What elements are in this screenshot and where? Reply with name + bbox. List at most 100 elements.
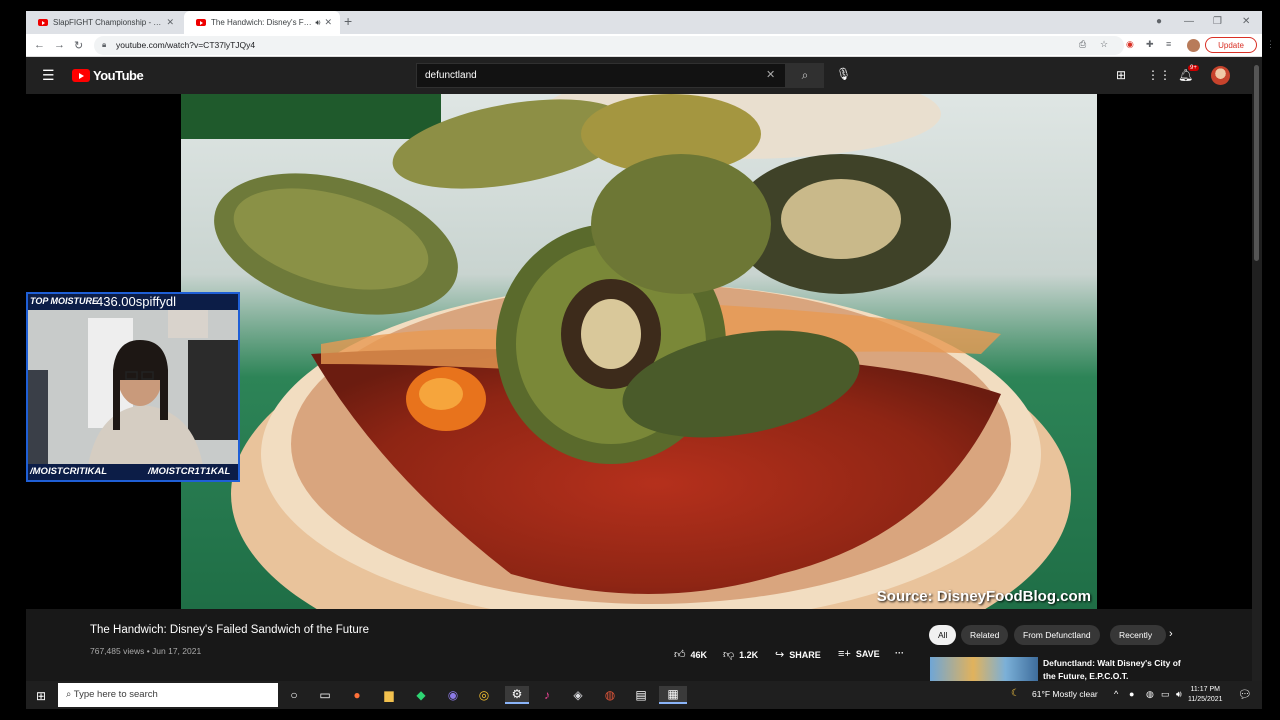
chevron-right-icon[interactable]: ›: [1169, 628, 1173, 640]
chip-related[interactable]: Related: [961, 625, 1009, 645]
volume-icon[interactable]: 🔊︎: [1176, 689, 1182, 700]
recommendation-title[interactable]: Defunctland: Walt Disney's City of the F…: [1043, 657, 1183, 683]
thumbs-up-icon: 👍︎: [674, 649, 686, 661]
tab-close-icon[interactable]: ✕: [166, 17, 174, 28]
chip-recently[interactable]: Recently: [1110, 625, 1166, 645]
video-frame-sandwich-image: [181, 94, 1097, 609]
recommendation-thumbnail[interactable]: [930, 657, 1038, 683]
clock-date: 11/25/2021: [1188, 696, 1223, 703]
video-info-area: The Handwich: Disney's Failed Sandwich o…: [26, 609, 1252, 684]
window-close-icon[interactable]: ✕: [1242, 16, 1250, 27]
weather-text[interactable]: 61°F Mostly clear: [1032, 689, 1098, 699]
overlay-bottom-bar: /MOISTCRITIKAL /MOISTCR1T1KAL: [28, 464, 238, 480]
streamer-webcam-overlay: TOP MOISTURE 436.00spiffydl /MOISTCRITIK…: [26, 292, 240, 482]
youtube-account-avatar[interactable]: [1211, 66, 1230, 85]
new-tab-button[interactable]: +: [344, 13, 352, 29]
cortana-icon[interactable]: ○: [285, 686, 303, 704]
app-active-icon[interactable]: ▦: [659, 686, 687, 704]
social-handle-left: /MOISTCRITIKAL: [30, 466, 108, 477]
dislike-button[interactable]: 👎︎ 1.2K: [723, 648, 758, 661]
youtube-logo-text[interactable]: YouTube: [93, 68, 144, 83]
minimize-icon[interactable]: —: [1184, 16, 1194, 27]
like-button[interactable]: 👍︎ 46K: [674, 648, 707, 661]
hamburger-menu-icon[interactable]: ☰: [42, 67, 55, 84]
tab-title: SlapFIGHT Championship - YouTube: [53, 18, 163, 27]
microphone-icon[interactable]: 🎙︎: [836, 67, 851, 81]
save-label: SAVE: [855, 649, 880, 659]
speaker-icon[interactable]: 🔊︎: [315, 18, 320, 28]
notification-badge: 9+: [1188, 65, 1199, 71]
browser-profile-avatar[interactable]: [1187, 39, 1200, 52]
url-text[interactable]: youtube.com/watch?v=CT37lyTJQy4: [116, 40, 255, 50]
file-explorer-icon[interactable]: ▆: [380, 686, 398, 704]
save-button[interactable]: ≡+ SAVE: [838, 648, 880, 660]
video-title: The Handwich: Disney's Failed Sandwich o…: [90, 624, 369, 636]
action-center-icon[interactable]: 💬︎: [1238, 688, 1252, 701]
overlay-top-bar: TOP MOISTURE 436.00spiffydl: [28, 294, 238, 310]
dislike-count: 1.2K: [739, 649, 759, 660]
clear-search-icon[interactable]: ✕: [766, 68, 775, 81]
moon-weather-icon: ☾: [1011, 688, 1020, 699]
install-icon[interactable]: ⎙: [1079, 39, 1086, 50]
clock-time: 11:17 PM: [1190, 686, 1220, 693]
back-arrow-icon[interactable]: ←: [34, 39, 45, 51]
search-icon: ⌕: [66, 689, 74, 700]
share-button[interactable]: ↪ SHARE: [775, 648, 821, 661]
music-app-icon[interactable]: ♪: [538, 686, 556, 704]
page-scrollbar[interactable]: [1252, 57, 1262, 684]
chip-all[interactable]: All: [929, 625, 957, 645]
profile-dot-icon[interactable]: ●: [1156, 16, 1162, 27]
tray-app-icon-2[interactable]: ◍: [1146, 689, 1154, 700]
task-view-icon[interactable]: ▭: [316, 686, 334, 704]
taskbar-search-placeholder: Type here to search: [73, 689, 158, 700]
app-gamepad-icon[interactable]: ◈: [569, 686, 587, 704]
more-actions-button[interactable]: ···: [895, 648, 904, 658]
tab-slapfight[interactable]: SlapFIGHT Championship - YouTube ✕: [26, 11, 182, 34]
app-terminal-icon[interactable]: ▤: [632, 686, 650, 704]
bookmark-star-icon[interactable]: ☆: [1100, 39, 1108, 50]
extension-badge-icon[interactable]: ◉: [1126, 39, 1134, 50]
app-green-icon[interactable]: ◆: [412, 686, 430, 704]
network-icon[interactable]: ▭: [1161, 689, 1170, 700]
taskbar-clock[interactable]: 11:17 PM 11/25/2021: [1188, 685, 1223, 705]
youtube-favicon-icon: [38, 19, 48, 26]
chip-from-defunctland[interactable]: From Defunctland: [1014, 625, 1100, 645]
top-donation-value: 436.00spiffydl: [96, 294, 176, 309]
search-button[interactable]: ⌕: [786, 63, 824, 88]
lock-icon[interactable]: 🔒︎: [102, 40, 106, 50]
taskbar-search-input[interactable]: ⌕ Type here to search: [58, 683, 278, 707]
search-input[interactable]: defunctland: [416, 63, 786, 88]
firefox-icon[interactable]: ●: [348, 686, 366, 704]
windows-start-icon[interactable]: ⊞: [36, 689, 46, 703]
reload-icon[interactable]: ↻: [74, 39, 83, 52]
search-icon: ⌕: [801, 68, 809, 82]
scrollbar-thumb[interactable]: [1254, 65, 1259, 261]
media-control-icon[interactable]: ≡: [1166, 39, 1171, 49]
update-button[interactable]: Update: [1205, 37, 1257, 53]
windows-taskbar: ⊞ ⌕ Type here to search ○ ▭ ● ▆ ◆ ◉ ◎ ⚙ …: [26, 681, 1262, 709]
apps-grid-icon[interactable]: ⋮⋮: [1147, 68, 1171, 82]
forward-arrow-icon[interactable]: →: [54, 39, 65, 51]
create-video-icon[interactable]: ⊞: [1116, 68, 1126, 82]
webcam-feed-image: [28, 310, 238, 466]
address-bar[interactable]: 🔒︎ youtube.com/watch?v=CT37lyTJQy4: [94, 36, 1124, 55]
video-meta: 767,485 views • Jun 17, 2021: [90, 646, 202, 656]
obs-icon[interactable]: ◍: [601, 686, 619, 704]
steam-icon[interactable]: ⚙: [505, 686, 529, 704]
youtube-favicon-icon: [196, 19, 206, 26]
youtube-logo-icon[interactable]: [72, 69, 90, 82]
restore-icon[interactable]: ❐: [1213, 16, 1222, 27]
tray-app-icon[interactable]: ●: [1129, 689, 1134, 699]
like-count: 46K: [690, 649, 708, 660]
tab-handwich[interactable]: The Handwich: Disney's Failed Sandwich o…: [184, 11, 340, 34]
save-playlist-icon: ≡+: [838, 648, 851, 660]
tab-close-icon[interactable]: ✕: [324, 17, 332, 28]
share-arrow-icon: ↪: [775, 649, 785, 661]
extensions-puzzle-icon[interactable]: ✚: [1146, 39, 1154, 50]
chrome-icon[interactable]: ◎: [475, 686, 493, 704]
kebab-menu-icon[interactable]: ⋮: [1266, 39, 1275, 50]
video-player[interactable]: Source: DisneyFoodBlog.com: [181, 94, 1097, 609]
tray-chevron-icon[interactable]: ^: [1114, 689, 1118, 699]
app-purple-icon[interactable]: ◉: [444, 686, 462, 704]
tab-title: The Handwich: Disney's Failed Sandwich o…: [211, 18, 312, 27]
